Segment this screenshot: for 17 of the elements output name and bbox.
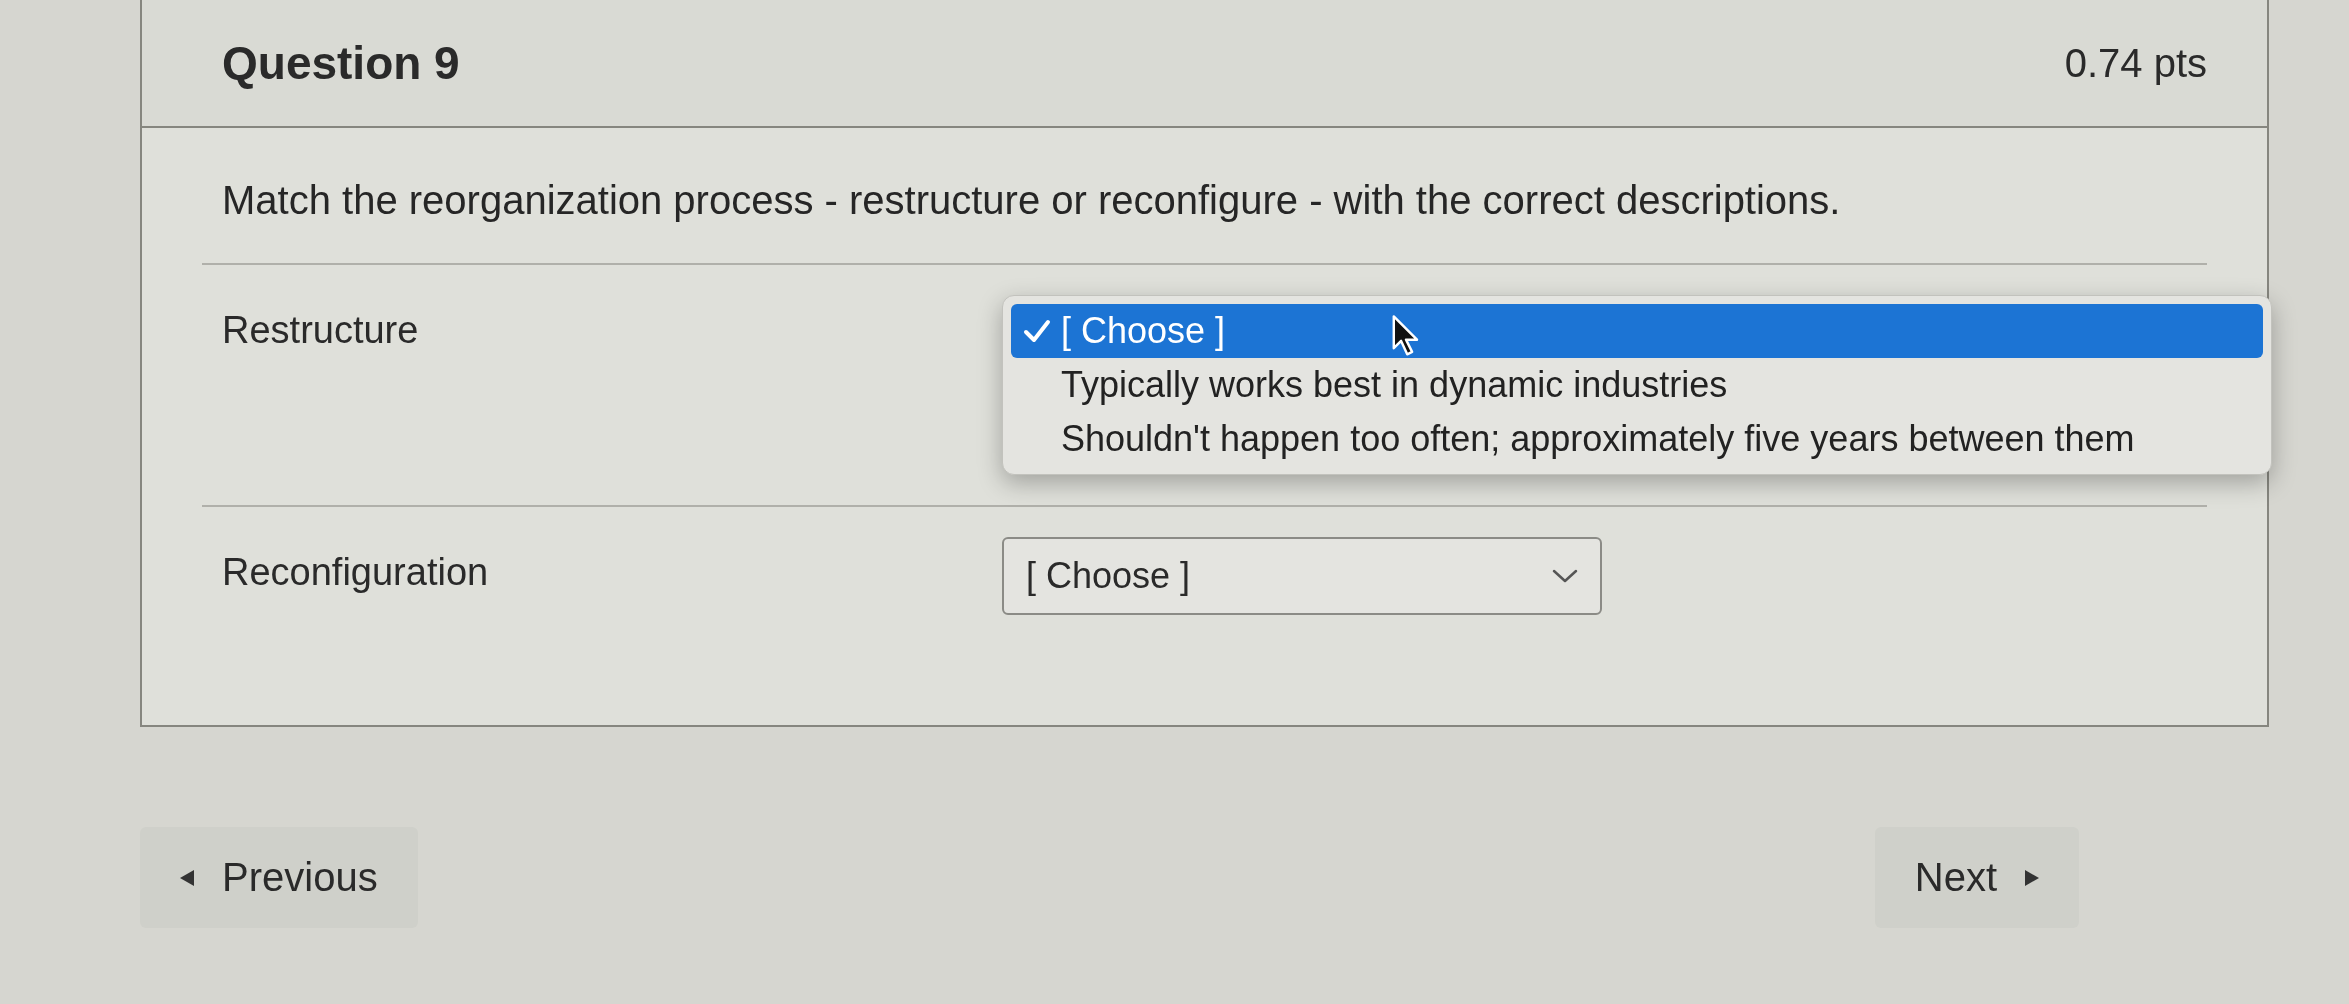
dropdown-menu[interactable]: [ Choose ] Typically works best in dynamic industries Shouldn't happen too often; approximately five years between them bbox=[1002, 295, 2272, 475]
points-label: 0.74 pts bbox=[2064, 40, 2207, 86]
next-button[interactable]: Next bbox=[1874, 827, 2079, 928]
dropdown-option[interactable]: Shouldn't happen too often; approximately five years between them bbox=[1011, 412, 2263, 466]
mouse-pointer-icon bbox=[1391, 314, 1421, 358]
checkmark-icon bbox=[1023, 317, 1051, 345]
caret-right-icon bbox=[2025, 869, 2039, 886]
match-label: Reconfiguration bbox=[222, 550, 490, 594]
previous-button[interactable]: Previous bbox=[140, 827, 418, 928]
dropdown-select[interactable]: [ Choose ] bbox=[1002, 537, 1602, 615]
question-text: Match the reorganization process - restructure or reconfigure - with the correct descriptions. bbox=[221, 177, 1842, 224]
caret-left-icon bbox=[180, 869, 194, 886]
chevron-down-icon bbox=[1552, 568, 1578, 584]
dropdown-option[interactable]: [ Choose ] bbox=[1011, 304, 2263, 358]
question-title: Question 9 bbox=[222, 36, 460, 90]
match-label: Restructure bbox=[222, 308, 420, 352]
dropdown-option[interactable]: Typically works best in dynamic industries bbox=[1011, 358, 2263, 412]
